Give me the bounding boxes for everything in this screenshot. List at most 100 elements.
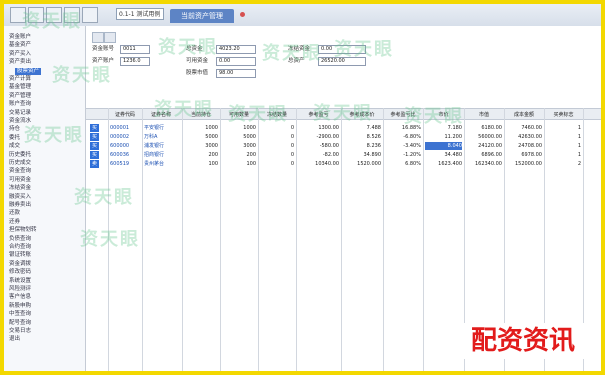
sidebar-item[interactable]: 交易记录 bbox=[9, 110, 31, 117]
column-header[interactable]: 证券代码 bbox=[108, 111, 142, 119]
available-funds-field[interactable]: 0.00 bbox=[216, 57, 256, 66]
table-cell: 浦发银行 bbox=[144, 143, 165, 149]
table-cell: 34.480 bbox=[444, 152, 463, 158]
table-cell: -580.00 bbox=[319, 143, 339, 149]
sidebar-item[interactable]: 修改密码 bbox=[9, 269, 31, 276]
sidebar-item[interactable]: 持仓 bbox=[9, 126, 20, 133]
sidebar-item[interactable]: 历史委托 bbox=[9, 152, 31, 159]
total-funds-field[interactable]: 4023.20 bbox=[216, 45, 256, 54]
trade-flag: 买 bbox=[90, 124, 99, 132]
column-header[interactable]: 成本金额 bbox=[504, 111, 544, 119]
table-row[interactable]: 买 600000 浦发银行 3000 3000 0 -580.00 8.236 -3.40% 8.… bbox=[86, 142, 601, 150]
account-selector[interactable]: 0.1-1 测试用例 bbox=[116, 8, 164, 20]
table-cell: -3.40% bbox=[403, 143, 421, 149]
column-header[interactable]: 买卖标志 bbox=[544, 111, 583, 119]
watermark-text: 资天眼 bbox=[80, 229, 140, 250]
table-cell: 8.526 bbox=[366, 134, 381, 140]
sidebar-item[interactable]: 资产计算 bbox=[9, 76, 31, 83]
sidebar-item[interactable]: 中签查询 bbox=[9, 311, 31, 318]
sidebar-item[interactable]: 合约查询 bbox=[9, 244, 31, 251]
sidebar-item[interactable]: 资金调拨 bbox=[9, 261, 31, 268]
table-cell: 162340.00 bbox=[474, 161, 502, 167]
table-cell: -82.00 bbox=[322, 152, 339, 158]
table-cell: 万科A bbox=[144, 134, 158, 140]
table-cell: 600519 bbox=[110, 161, 130, 167]
trade-flag: 买 bbox=[90, 151, 99, 159]
trade-flag: 卖 bbox=[90, 160, 99, 168]
asset-account-field[interactable]: 1236.0 bbox=[120, 57, 150, 66]
close-icon[interactable] bbox=[240, 12, 245, 17]
table-cell: 0 bbox=[290, 134, 294, 140]
table-cell: 1000 bbox=[243, 125, 256, 131]
sidebar-item[interactable]: 基金资产 bbox=[9, 42, 31, 49]
toolbar: 0.1-1 测试用例 当前资产管理 bbox=[4, 4, 601, 27]
sidebar-item[interactable]: 新股申购 bbox=[9, 303, 31, 310]
table-cell: 1 bbox=[577, 125, 581, 131]
table-row[interactable]: 买 600036 招商银行 200 200 0 -82.00 34.890 -1.20% 34.4… bbox=[86, 151, 601, 159]
sidebar-item[interactable]: 融资买入 bbox=[9, 194, 31, 201]
table-cell: 24120.00 bbox=[478, 143, 502, 149]
table-cell: 平安银行 bbox=[144, 125, 165, 131]
table-cell: 3000 bbox=[205, 143, 218, 149]
table-row[interactable]: 卖 600519 贵州茅台 100 100 0 10340.00 1520.000 6.80% 1… bbox=[86, 160, 601, 168]
watermark-text: 资天眼 bbox=[404, 106, 464, 127]
table-cell: 152000.00 bbox=[514, 161, 542, 167]
table-cell: 34.890 bbox=[363, 152, 382, 158]
sidebar-item[interactable]: 资产卖出 bbox=[9, 59, 31, 66]
table-cell: 11.200 bbox=[444, 134, 463, 140]
sidebar-item[interactable]: 融券卖出 bbox=[9, 202, 31, 209]
trade-flag: 买 bbox=[90, 133, 99, 141]
sidebar-item[interactable]: 可用资金 bbox=[9, 177, 31, 184]
refresh-icon[interactable] bbox=[82, 7, 98, 23]
sidebar-item[interactable]: 委托 bbox=[9, 135, 20, 142]
table-cell: 56000.00 bbox=[478, 134, 502, 140]
table-cell: 000001 bbox=[110, 125, 130, 131]
table-row[interactable]: 买 000002 万科A 5000 5000 0 -2900.00 8.526 -6.80% 11… bbox=[86, 133, 601, 141]
account-field[interactable]: 0011 bbox=[120, 45, 150, 54]
sidebar-item[interactable]: 担保物划转 bbox=[9, 227, 37, 234]
watermark-text: 资天眼 bbox=[158, 37, 218, 58]
table-cell: 1300.00 bbox=[318, 125, 339, 131]
expand-icon[interactable] bbox=[92, 32, 104, 43]
sidebar-item[interactable]: 股票资产 bbox=[15, 67, 42, 75]
sidebar-item[interactable]: 资金流水 bbox=[9, 118, 31, 125]
sidebar-item[interactable]: 资金账户 bbox=[9, 34, 31, 41]
table-cell: 2 bbox=[577, 161, 581, 167]
stock-value-field[interactable]: 98.00 bbox=[216, 69, 256, 78]
sidebar-item[interactable]: 系统设置 bbox=[9, 278, 31, 285]
sidebar-item[interactable]: 客户信息 bbox=[9, 294, 31, 301]
table-cell: 100 bbox=[208, 161, 218, 167]
trade-flag: 买 bbox=[90, 142, 99, 150]
sidebar-item[interactable]: 还款 bbox=[9, 210, 20, 217]
watermark-text: 资天眼 bbox=[52, 65, 112, 86]
sidebar-item[interactable]: 交易日志 bbox=[9, 328, 31, 335]
tab-current-asset[interactable]: 当前资产管理 bbox=[170, 9, 234, 23]
sidebar-item[interactable]: 负债查询 bbox=[9, 236, 31, 243]
sidebar-item[interactable]: 资金查询 bbox=[9, 168, 31, 175]
sidebar-item[interactable]: 配号查询 bbox=[9, 320, 31, 327]
column-header[interactable]: 市值 bbox=[464, 111, 504, 119]
table-cell: 6180.00 bbox=[481, 125, 502, 131]
sidebar-item[interactable]: 还券 bbox=[9, 219, 20, 226]
table-cell: 6.80% bbox=[405, 161, 421, 167]
collapse-icon[interactable] bbox=[104, 32, 116, 43]
sidebar-item[interactable]: 账户查询 bbox=[9, 101, 31, 108]
brand-label: 配资资讯 bbox=[460, 323, 585, 359]
sidebar-item[interactable]: 资产买入 bbox=[9, 51, 31, 58]
table-cell: 3000 bbox=[243, 143, 256, 149]
sidebar-item[interactable]: 资产管理 bbox=[9, 93, 31, 100]
table-row[interactable]: 买 000001 平安银行 1000 1000 0 1300.00 7.488 16.88% 7.… bbox=[86, 124, 601, 132]
sidebar-item[interactable]: 历史成交 bbox=[9, 160, 31, 167]
sidebar-item[interactable]: 成交 bbox=[9, 143, 20, 150]
table-cell: 200 bbox=[246, 152, 256, 158]
watermark-text: 资天眼 bbox=[262, 43, 322, 64]
table-cell: 600036 bbox=[110, 152, 130, 158]
sidebar-item[interactable]: 基金管理 bbox=[9, 84, 31, 91]
filter-label: 股票市值 bbox=[186, 70, 209, 76]
sidebar-item[interactable]: 退出 bbox=[9, 336, 20, 343]
sidebar-item[interactable]: 风险测评 bbox=[9, 286, 31, 293]
table-cell: 0 bbox=[290, 152, 294, 158]
sidebar-item[interactable]: 冻结资金 bbox=[9, 185, 31, 192]
main-panel: 资金账号 资产账户 总资金 可用资金 股票市值 冻结资金 总资产 0011 12… bbox=[86, 26, 601, 371]
sidebar-item[interactable]: 银证转账 bbox=[9, 252, 31, 259]
